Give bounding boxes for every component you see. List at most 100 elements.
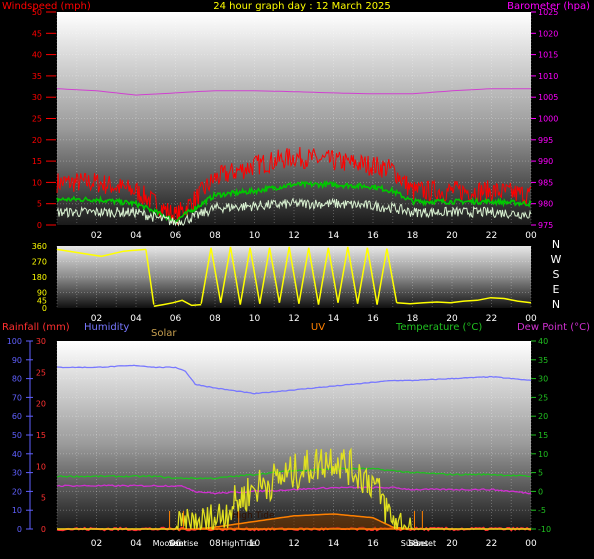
barometer-y-tick: 980: [538, 200, 553, 209]
wind-x-tick: 12: [288, 231, 299, 241]
humidity-y-tick: 10: [12, 506, 22, 515]
direction-x-tick: 22: [486, 314, 497, 324]
barometer-y-tick: 1010: [538, 72, 558, 81]
direction-x-tick: 06: [170, 314, 182, 324]
weather-x-tick: 08: [209, 539, 221, 549]
wind-x-tick: 00: [525, 231, 537, 241]
rain-y-tick: 5: [41, 494, 46, 503]
temperature-y-tick: 10: [538, 450, 548, 459]
temperature-y-tick: -10: [538, 525, 551, 534]
direction-x-tick: 12: [288, 314, 299, 324]
wind-x-tick: 10: [249, 231, 261, 241]
temperature-y-tick: 35: [538, 356, 548, 365]
barometer-y-tick: 975: [538, 221, 553, 230]
event-label: Sunset: [409, 539, 436, 548]
direction-x-tick: 14: [328, 314, 340, 324]
barometer-y-tick: 990: [538, 157, 553, 166]
wind-x-tick: 18: [407, 231, 419, 241]
compass-label: W: [551, 253, 562, 266]
wind-y-tick: 10: [32, 178, 42, 187]
barometer-y-tick: 1000: [538, 115, 558, 124]
temperature-y-tick: 25: [538, 393, 548, 402]
weather-x-tick: 20: [446, 539, 458, 549]
weather-x-tick: 22: [486, 539, 497, 549]
temperature-y-tick: -5: [538, 506, 546, 515]
wind-y-tick: 0: [37, 221, 42, 230]
legend-uv: UV: [311, 322, 325, 333]
weather-x-tick: 00: [525, 539, 537, 549]
humidity-y-tick: 20: [12, 487, 22, 496]
humidity-y-tick: 90: [12, 356, 22, 365]
chart-title: 24 hour graph day : 12 March 2025: [213, 1, 391, 12]
temperature-y-tick: 30: [538, 375, 548, 384]
barometer-y-tick: 1005: [538, 93, 558, 102]
weather-x-tick: 12: [288, 539, 299, 549]
humidity-y-tick: 80: [12, 375, 22, 384]
barometer-y-tick: 1020: [538, 29, 558, 38]
wind-y-tick: 40: [32, 51, 42, 60]
wind-y-tick: 20: [32, 136, 42, 145]
weather-chart-svg: 0510152025303540455097598098599099510001…: [2, 1, 590, 549]
humidity-y-tick: 30: [12, 469, 22, 478]
weather-x-tick: 04: [130, 539, 142, 549]
temperature-y-tick: 5: [538, 469, 543, 478]
wind-x-tick: 04: [130, 231, 142, 241]
direction-x-tick: 16: [367, 314, 379, 324]
wind-x-tick: 16: [367, 231, 379, 241]
legend-rainfall: Rainfall (mm): [2, 322, 70, 333]
weather-x-tick: 14: [328, 539, 340, 549]
humidity-y-tick: 60: [12, 412, 22, 421]
wind-y-tick: 30: [32, 93, 42, 102]
wind-x-tick: 14: [328, 231, 340, 241]
rain-y-tick: 30: [36, 337, 46, 346]
wind-x-tick: 20: [446, 231, 458, 241]
compass-label: S: [553, 268, 560, 281]
wind-y-tick: 15: [32, 157, 42, 166]
wind-x-tick: 02: [91, 231, 102, 241]
compass-label: N: [552, 298, 560, 311]
temperature-y-tick: 40: [538, 337, 548, 346]
wind-y-tick: 5: [37, 200, 42, 209]
wind-x-tick: 22: [486, 231, 497, 241]
temperature-y-tick: 15: [538, 431, 548, 440]
direction-x-tick: 08: [209, 314, 221, 324]
legend-solar: Solar: [151, 328, 177, 339]
wind-axis-title: Windspeed (mph): [2, 1, 91, 12]
barometer-y-tick: 985: [538, 178, 553, 187]
direction-y-tick: 45: [37, 296, 47, 305]
direction-y-tick: 0: [42, 304, 47, 313]
direction-y-tick: 90: [37, 289, 47, 298]
wind-x-tick: 06: [170, 231, 182, 241]
rain-y-tick: 15: [36, 431, 46, 440]
event-label: HighTide: [221, 539, 256, 548]
direction-y-tick: 270: [32, 258, 47, 267]
barometer-axis-title: Barometer (hpa): [507, 1, 590, 12]
barometer-y-tick: 995: [538, 136, 553, 145]
humidity-y-tick: 50: [12, 431, 22, 440]
compass-label: E: [553, 283, 560, 296]
wind-y-tick: 25: [32, 115, 42, 124]
temperature-y-tick: 20: [538, 412, 548, 421]
rain-y-tick: 25: [36, 368, 46, 377]
rain-y-tick: 10: [36, 462, 46, 471]
temperature-y-tick: 0: [538, 487, 543, 496]
barometer-y-tick: 1015: [538, 51, 558, 60]
humidity-y-tick: 70: [12, 393, 22, 402]
legend-humidity: Humidity: [84, 322, 129, 333]
humidity-y-tick: 0: [17, 525, 22, 534]
direction-x-tick: 04: [130, 314, 142, 324]
humidity-y-tick: 100: [7, 337, 22, 346]
high-tide-annotation: High Tide: [232, 511, 275, 521]
wind-y-tick: 45: [32, 29, 42, 38]
compass-label: N: [552, 238, 560, 251]
weather-x-tick: 16: [367, 539, 379, 549]
wind-y-tick: 35: [32, 72, 42, 81]
rain-y-tick: 0: [41, 525, 46, 534]
legend-dewpoint: Dew Point (°C): [517, 322, 590, 333]
direction-x-tick: 10: [249, 314, 261, 324]
weather-graph-canvas: 0 5 10 15 20 25 30 35 40 45 50 975 980 985 990 995 1000 1…: [0, 0, 594, 555]
weather-x-tick: 02: [91, 539, 102, 549]
legend-temperature: Temperature (°C): [395, 322, 482, 333]
wind-x-tick: 08: [209, 231, 221, 241]
humidity-y-tick: 40: [12, 450, 22, 459]
